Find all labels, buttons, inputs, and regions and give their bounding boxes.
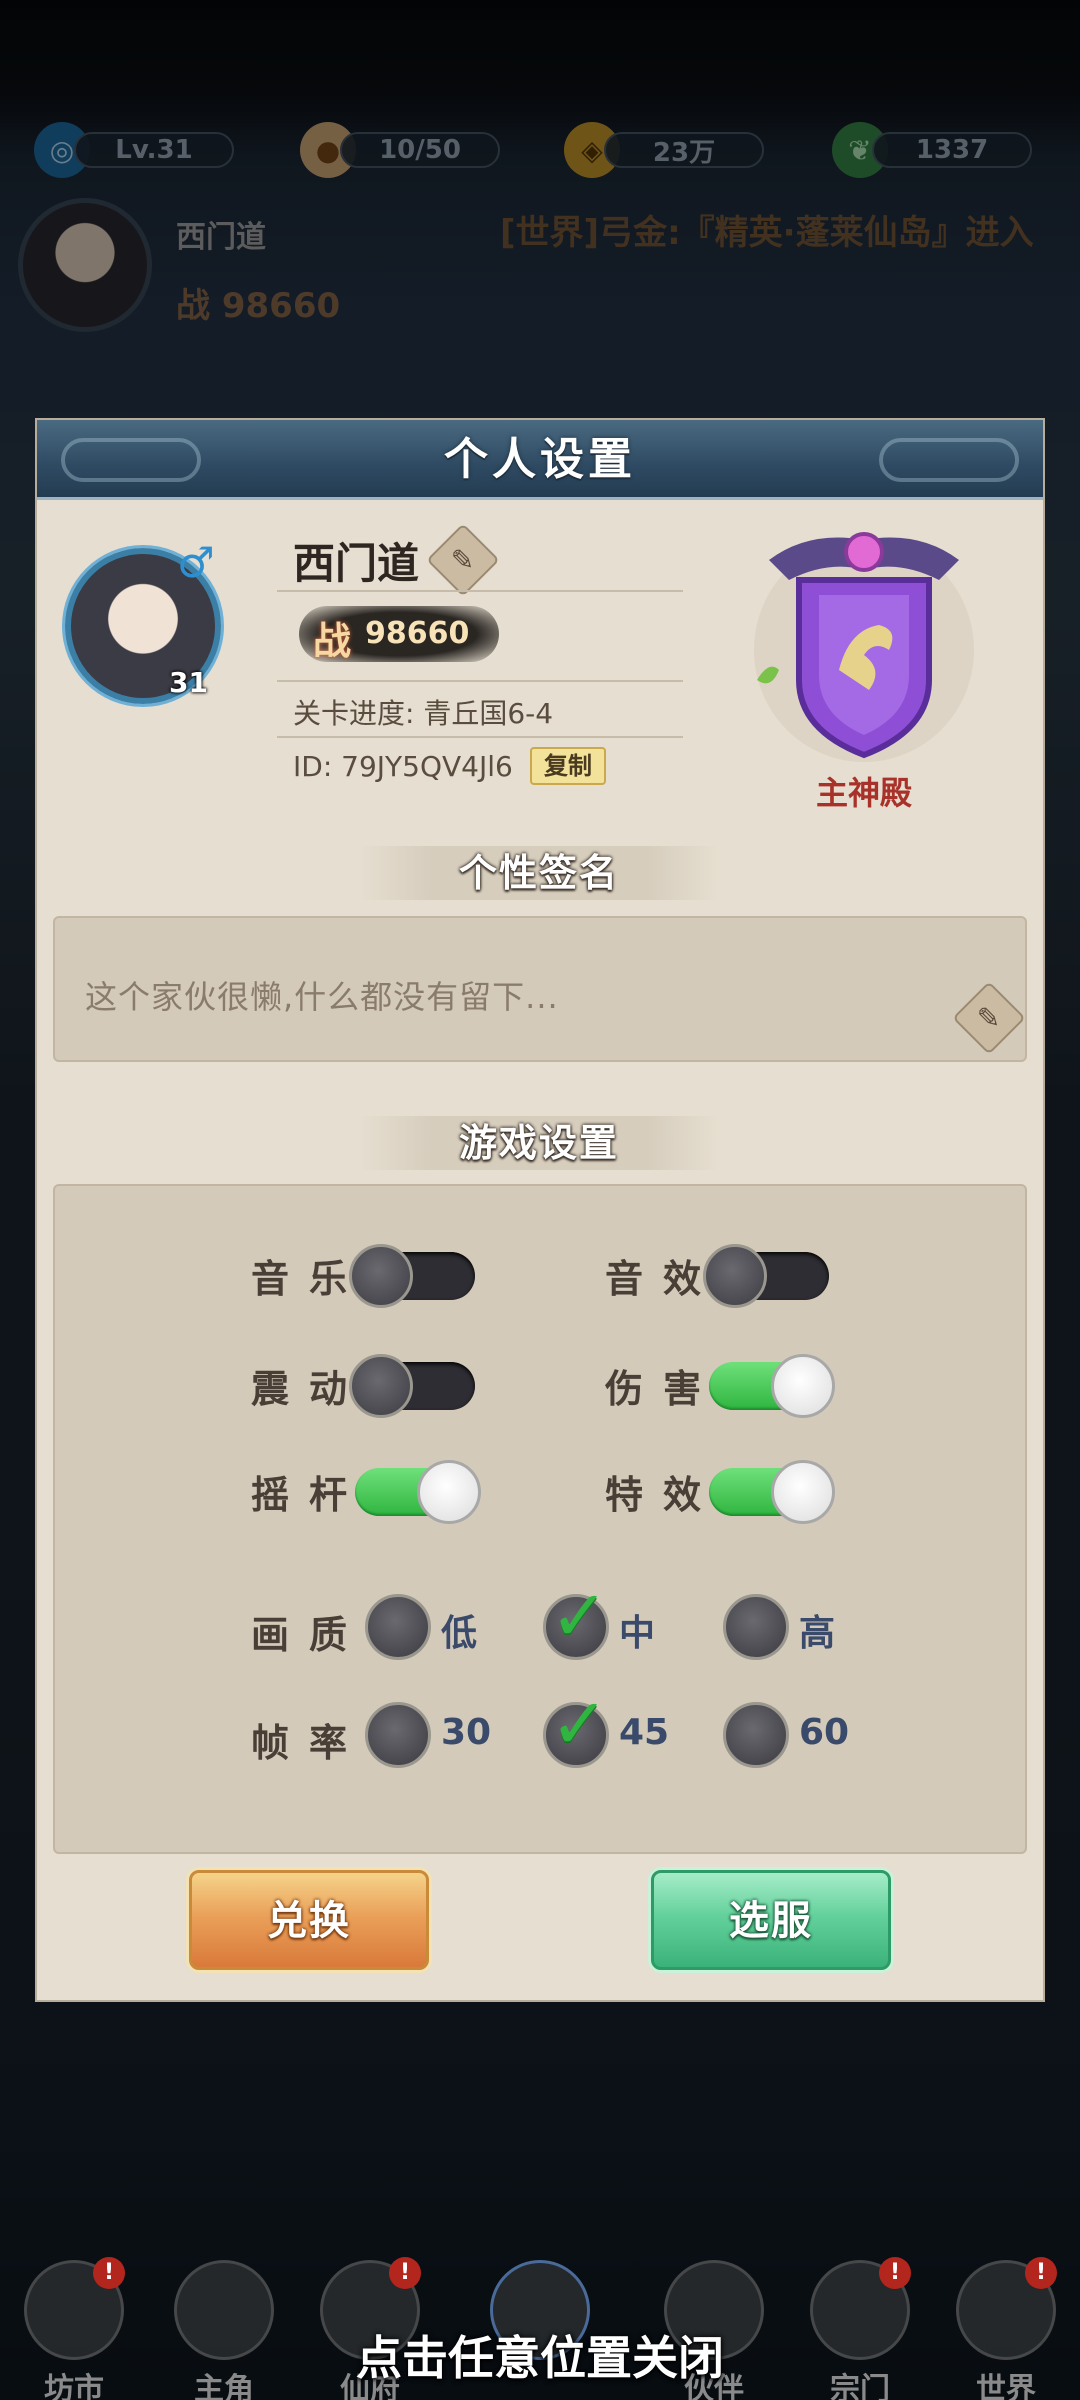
guild-crest-icon[interactable] bbox=[749, 520, 979, 770]
copy-id-button[interactable]: 复制 bbox=[530, 747, 606, 785]
divider bbox=[277, 590, 683, 592]
signature-text: 这个家伙很懒,什么都没有留下... bbox=[85, 978, 559, 1016]
checkmark-icon: ✓ bbox=[550, 1683, 609, 1765]
panel-title: 个人设置 bbox=[444, 434, 636, 485]
alert-badge: ! bbox=[93, 2257, 125, 2289]
panel-header: 个人设置 bbox=[37, 420, 1043, 500]
music-toggle[interactable] bbox=[349, 1244, 475, 1308]
fps-60-label: 60 bbox=[799, 1712, 850, 1753]
power-label: 战 bbox=[313, 619, 352, 663]
toggle-knob bbox=[771, 1354, 835, 1418]
effects-toggle[interactable] bbox=[709, 1460, 835, 1524]
male-icon: ♂ bbox=[177, 538, 215, 587]
edit-name-icon[interactable]: ✎ bbox=[426, 523, 500, 597]
fps-30-radio[interactable] bbox=[365, 1702, 431, 1768]
signature-section-title: 个性签名 bbox=[458, 851, 619, 895]
fps-45-radio[interactable]: ✓ bbox=[543, 1689, 609, 1768]
sound-effects-toggle[interactable] bbox=[703, 1244, 829, 1308]
joystick-label: 摇杆 bbox=[251, 1473, 368, 1517]
settings-panel: 个人设置 ♂ 31 西门道 ✎ 战 98660 关卡进度: 青丘国6-4 ID:… bbox=[37, 420, 1043, 2000]
signature-section-header: 个性签名 bbox=[359, 846, 719, 900]
alert-badge: ! bbox=[389, 2257, 421, 2289]
select-server-button[interactable]: 选服 bbox=[651, 1870, 891, 1970]
toggle-knob bbox=[703, 1244, 767, 1308]
damage-label: 伤害 bbox=[605, 1367, 722, 1411]
quality-medium-radio[interactable]: ✓ bbox=[543, 1581, 609, 1660]
close-hint: 点击任意位置关闭 bbox=[356, 2331, 724, 2385]
game-settings-box: 音乐 音效 震动 伤害 摇杆 特效 画质 低 ✓ 中 高 帧率 30 ✓ 45 … bbox=[53, 1184, 1027, 1854]
profile-power: 战 98660 bbox=[299, 606, 499, 663]
game-settings-section-title: 游戏设置 bbox=[458, 1121, 619, 1165]
quality-high-label: 高 bbox=[799, 1613, 836, 1654]
toggle-knob bbox=[771, 1460, 835, 1524]
fps-60-radio[interactable] bbox=[723, 1702, 789, 1768]
effects-label: 特效 bbox=[605, 1473, 722, 1517]
fps-30-label: 30 bbox=[441, 1712, 492, 1753]
quality-medium-label: 中 bbox=[619, 1613, 656, 1654]
damage-toggle[interactable] bbox=[709, 1354, 835, 1418]
quality-high-radio[interactable] bbox=[723, 1594, 789, 1660]
toggle-knob bbox=[349, 1354, 413, 1418]
framerate-label: 帧率 bbox=[251, 1721, 368, 1765]
power-value: 98660 bbox=[365, 616, 470, 651]
divider bbox=[277, 680, 683, 682]
quality-label: 画质 bbox=[251, 1613, 368, 1657]
signature-box[interactable]: 这个家伙很懒,什么都没有留下... ✎ bbox=[53, 916, 1027, 1062]
divider bbox=[277, 736, 683, 738]
game-settings-section-header: 游戏设置 bbox=[359, 1116, 719, 1170]
quality-low-label: 低 bbox=[441, 1613, 478, 1654]
checkmark-icon: ✓ bbox=[550, 1575, 609, 1657]
quality-low-radio[interactable] bbox=[365, 1594, 431, 1660]
alert-badge: ! bbox=[879, 2257, 911, 2289]
fps-45-label: 45 bbox=[619, 1712, 670, 1753]
toggle-knob bbox=[349, 1244, 413, 1308]
stage-progress: 关卡进度: 青丘国6-4 bbox=[293, 697, 554, 730]
player-id: ID: 79JY5QV4Jl6 bbox=[293, 750, 513, 783]
profile-level: 31 bbox=[169, 666, 208, 699]
joystick-toggle[interactable] bbox=[355, 1460, 481, 1524]
vibration-toggle[interactable] bbox=[349, 1354, 475, 1418]
alert-badge: ! bbox=[1025, 2257, 1057, 2289]
exchange-button[interactable]: 兑换 bbox=[189, 1870, 429, 1970]
toggle-knob bbox=[417, 1460, 481, 1524]
profile-name: 西门道 bbox=[293, 539, 420, 588]
edit-signature-icon[interactable]: ✎ bbox=[952, 981, 1026, 1055]
guild-name: 主神殿 bbox=[815, 774, 912, 812]
